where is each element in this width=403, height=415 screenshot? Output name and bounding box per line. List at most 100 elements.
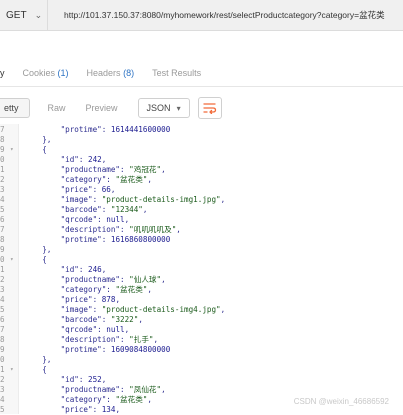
code-token: "id": <box>24 375 89 384</box>
code-token: "image": <box>24 305 102 314</box>
code-text: }, <box>24 135 51 145</box>
code-text: "image": "product-details-img1.jpg", <box>24 195 226 205</box>
line-number: 8 <box>0 135 5 144</box>
code-token: "productname": <box>24 385 130 394</box>
fold-toggle-icon[interactable]: ▾ <box>10 255 14 265</box>
code-token: , <box>147 395 152 404</box>
code-token: "description": <box>24 335 130 344</box>
code-token: "仙人球" <box>129 275 162 284</box>
code-text: "category": "盆花类", <box>24 285 152 295</box>
code-token: , <box>124 215 130 224</box>
line-number: 3 <box>0 385 5 394</box>
code-token: 246 <box>88 265 102 274</box>
code-token: "product-details-img1.jpg" <box>101 195 221 204</box>
response-tabs: y Cookies (1) Headers (8) Test Results <box>0 60 403 87</box>
code-token: , <box>101 265 107 274</box>
tab-headers-label: Headers <box>86 68 121 78</box>
code-text: "id": 246, <box>24 265 107 275</box>
line-number: 1 <box>0 165 5 174</box>
code-text: "qrcode": null, <box>24 325 130 335</box>
line-number: 4 <box>0 395 5 404</box>
line-number: 7 <box>0 125 5 134</box>
code-token: , <box>115 405 121 414</box>
code-token: "price": <box>24 185 102 194</box>
code-token: "price": <box>24 295 102 304</box>
method-label: GET <box>6 9 27 21</box>
line-number: 4 <box>0 195 5 204</box>
preview-button[interactable]: Preview <box>76 98 128 118</box>
line-number: 4 <box>0 295 5 304</box>
code-token: "叽叽叽叽及" <box>129 225 177 234</box>
tab-cookies[interactable]: Cookies (1) <box>23 68 69 78</box>
code-token: , <box>176 225 181 234</box>
response-toolbar: etty Raw Preview JSON ▾ <box>0 95 403 121</box>
code-token: "protime": <box>24 125 111 134</box>
code-token: , <box>161 165 166 174</box>
tab-headers[interactable]: Headers (8) <box>87 68 135 78</box>
raw-button[interactable]: Raw <box>38 98 76 118</box>
code-token: 1616860800000 <box>110 235 171 244</box>
code-token: "盆花类" <box>115 395 148 404</box>
tab-test-results-label: Test Results <box>152 68 202 78</box>
tab-body-label: y <box>0 68 5 78</box>
line-number: 9 <box>0 345 5 354</box>
code-token: , <box>124 325 130 334</box>
code-token: "盆花类" <box>115 175 148 184</box>
method-select[interactable]: GET ⌄ <box>0 0 48 30</box>
line-number: 5 <box>0 305 5 314</box>
code-token: "protime": <box>24 345 111 354</box>
code-token: "盆花类" <box>115 285 148 294</box>
code-text: "image": "product-details-img4.jpg", <box>24 305 226 315</box>
response-body: 7 "protime": 1614441600000 8 }, 9 ▾ {0 "id"… <box>0 124 403 414</box>
code-token: , <box>110 185 116 194</box>
code-token: 134 <box>101 405 116 414</box>
code-text: }, <box>24 355 51 365</box>
fold-toggle-icon[interactable]: ▾ <box>10 145 14 155</box>
format-select[interactable]: JSON ▾ <box>137 98 190 118</box>
code-token: "protime": <box>24 235 111 244</box>
code-token: "id": <box>24 265 89 274</box>
code-text: { <box>24 145 47 155</box>
wrap-lines-button[interactable] <box>197 97 222 119</box>
code-token: , <box>220 305 226 314</box>
code-token: , <box>101 155 107 164</box>
code-text: "productname": "鸡冠花", <box>24 165 166 175</box>
fold-toggle-icon[interactable]: ▾ <box>10 365 14 375</box>
request-body-area <box>0 31 403 59</box>
tab-headers-count: (8) <box>123 68 135 78</box>
line-number: 9 <box>0 145 5 154</box>
line-number: 0 <box>0 355 5 364</box>
code-token: "productname": <box>24 275 130 284</box>
code-text: "description": "叽叽叽叽及", <box>24 225 181 235</box>
line-number: 3 <box>0 185 5 194</box>
code-text: "id": 242, <box>24 155 107 165</box>
code-token: , <box>220 195 226 204</box>
format-label: JSON <box>146 103 171 113</box>
tab-cookies-label: Cookies <box>22 68 56 78</box>
code-text: "productname": "凤仙花", <box>24 385 166 395</box>
code-token: 242 <box>88 155 102 164</box>
code-token: , <box>138 315 143 324</box>
code-token: 252 <box>88 375 102 384</box>
code-text: { <box>24 255 47 265</box>
code-token: }, <box>24 355 52 364</box>
code-token: { <box>24 255 47 264</box>
line-number: 2 <box>0 175 5 184</box>
code-token: { <box>24 365 47 374</box>
tab-body[interactable]: y <box>0 68 5 78</box>
line-number: 2 <box>0 375 5 384</box>
code-token: "price": <box>24 405 102 414</box>
code-token: "description": <box>24 225 130 234</box>
tab-test-results[interactable]: Test Results <box>152 68 201 78</box>
line-number: 7 <box>0 325 5 334</box>
code-token: "id": <box>24 155 89 164</box>
code-token: "productname": <box>24 165 130 174</box>
code-text: "productname": "仙人球", <box>24 275 166 285</box>
line-number: 8 <box>0 235 5 244</box>
pretty-button[interactable]: etty <box>0 98 30 118</box>
code-token: }, <box>24 245 52 254</box>
wrap-lines-icon <box>202 103 216 114</box>
url-input[interactable]: http://101.37.150.37:8080/myhomework/res… <box>48 9 385 21</box>
chevron-down-icon: ⌄ <box>34 9 43 20</box>
code-text: "id": 252, <box>24 375 107 385</box>
